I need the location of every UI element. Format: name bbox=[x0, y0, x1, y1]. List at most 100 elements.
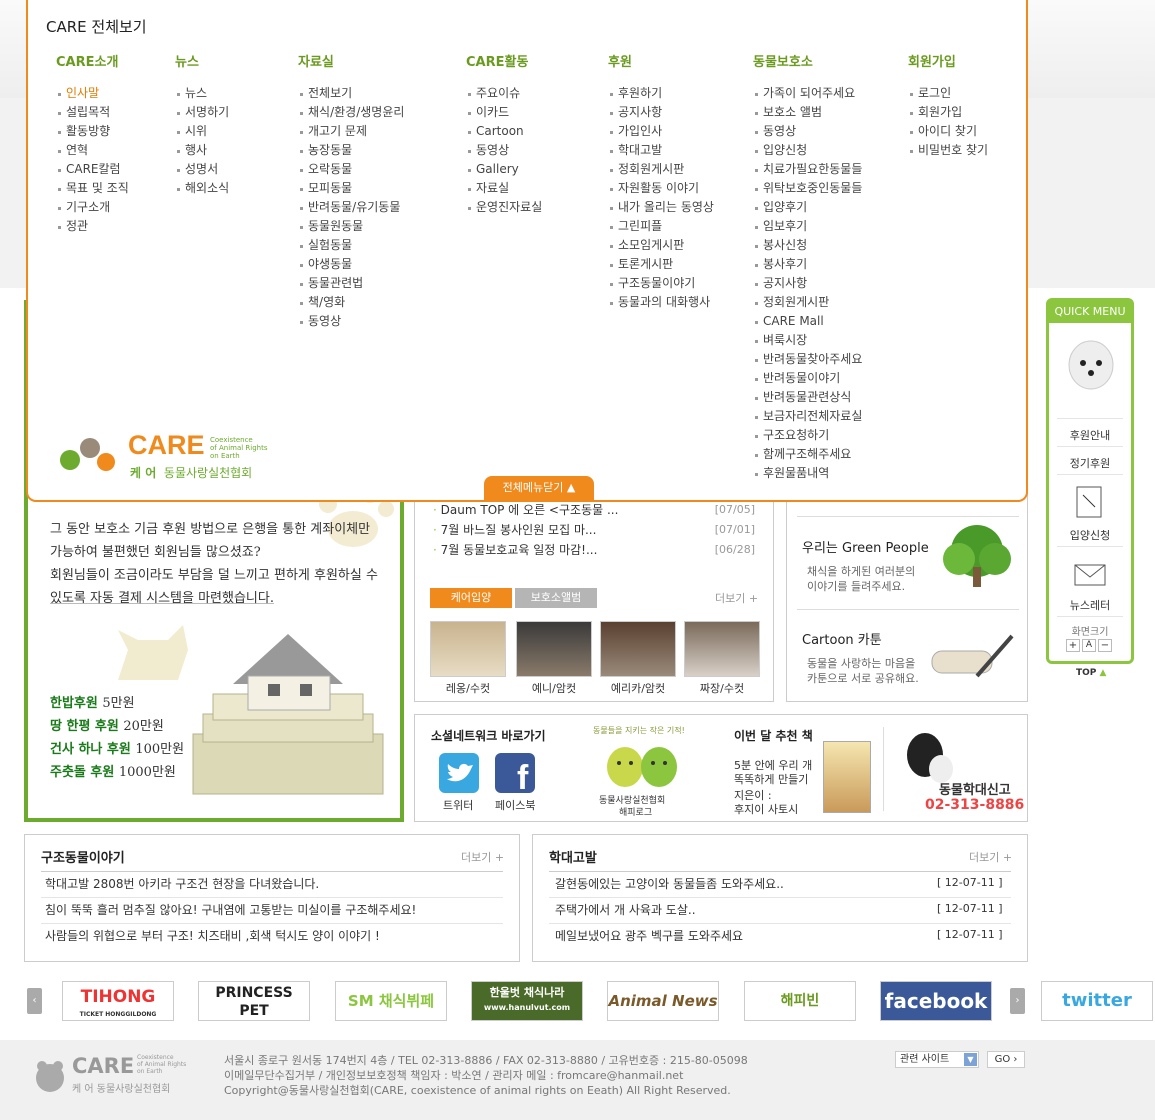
banner-sm[interactable]: SM 채식뷔페 bbox=[335, 981, 447, 1021]
menu-item[interactable]: 가입인사 bbox=[608, 122, 714, 141]
menu-item[interactable]: Gallery bbox=[466, 160, 542, 179]
menu-item[interactable]: 정회원게시판 bbox=[753, 293, 862, 312]
menu-item[interactable]: 보호소 앨범 bbox=[753, 103, 862, 122]
menu-item[interactable]: 함께구조해주세요 bbox=[753, 445, 862, 464]
menu-item[interactable]: 치료가필요한동물들 bbox=[753, 160, 862, 179]
menu-item[interactable]: 후원물품내역 bbox=[753, 464, 862, 483]
menu-item[interactable]: 기구소개 bbox=[56, 198, 129, 217]
menu-column-heading[interactable]: CARE활동 bbox=[466, 51, 542, 70]
newsletter-icon[interactable] bbox=[1071, 555, 1109, 591]
banner-twitter[interactable]: twitter bbox=[1041, 981, 1153, 1021]
menu-item[interactable]: CARE칼럼 bbox=[56, 160, 129, 179]
banner-prev-button[interactable]: ‹ bbox=[27, 988, 42, 1014]
menu-column-heading[interactable]: 회원가입 bbox=[908, 51, 988, 70]
zoom-in-button[interactable]: + bbox=[1066, 639, 1080, 652]
animal-caption[interactable]: 짜장/수컷 bbox=[684, 680, 760, 696]
animal-photo[interactable] bbox=[430, 621, 506, 677]
menu-item[interactable]: 주요이슈 bbox=[466, 84, 542, 103]
menu-item[interactable]: 입양후기 bbox=[753, 198, 862, 217]
animal-photo[interactable] bbox=[516, 621, 592, 677]
menu-item[interactable]: 후원하기 bbox=[608, 84, 714, 103]
menu-item[interactable]: 가족이 되어주세요 bbox=[753, 84, 862, 103]
menu-item[interactable]: 공지사항 bbox=[753, 274, 862, 293]
cartoon-title[interactable]: Cartoon 카툰 bbox=[802, 629, 882, 648]
zoom-out-button[interactable]: − bbox=[1098, 639, 1112, 652]
menu-item[interactable]: 반려동물이야기 bbox=[753, 369, 862, 388]
rescue-list-item[interactable]: 침이 뚝뚝 흘러 멈추질 않아요! 구내염에 고통받는 미실이를 구조해주세요! bbox=[45, 901, 416, 918]
menu-item[interactable]: 행사 bbox=[175, 141, 229, 160]
menu-item[interactable]: 임보후기 bbox=[753, 217, 862, 236]
menu-item[interactable]: 로그인 bbox=[908, 84, 988, 103]
menu-item[interactable]: 개고기 문제 bbox=[298, 122, 404, 141]
menu-item[interactable]: 입양신청 bbox=[753, 141, 862, 160]
rescue-list-item[interactable]: 학대고발 2808번 아키라 구조건 현장을 다녀왔습니다. bbox=[45, 875, 319, 892]
menu-item[interactable]: 운영진자료실 bbox=[466, 198, 542, 217]
green-people-title[interactable]: 우리는 Green People bbox=[802, 537, 929, 556]
banner-happybean[interactable]: 해피빈 bbox=[744, 981, 856, 1021]
menu-item[interactable]: Cartoon bbox=[466, 122, 542, 141]
menu-item[interactable]: 목표 및 조직 bbox=[56, 179, 129, 198]
menu-item[interactable]: 봉사후기 bbox=[753, 255, 862, 274]
menu-item[interactable]: 이카드 bbox=[466, 103, 542, 122]
twitter-icon[interactable] bbox=[439, 753, 479, 793]
menu-item[interactable]: 정관 bbox=[56, 217, 129, 236]
mascot-illustration[interactable] bbox=[595, 737, 691, 789]
menu-item[interactable]: 동영상 bbox=[753, 122, 862, 141]
menu-item[interactable]: 소모임게시판 bbox=[608, 236, 714, 255]
menu-item[interactable]: 야생동물 bbox=[298, 255, 404, 274]
menu-item[interactable]: 채식/환경/생명윤리 bbox=[298, 103, 404, 122]
menu-item[interactable]: 반려동물찾아주세요 bbox=[753, 350, 862, 369]
menu-item[interactable]: 반려동물/유기동물 bbox=[298, 198, 404, 217]
menu-item[interactable]: 동영상 bbox=[298, 312, 404, 331]
rescue-list-item[interactable]: 사람들의 위협으로 부터 구조! 치즈태비 ,회색 턱시도 양이 이야기 ! bbox=[45, 927, 380, 944]
menu-item[interactable]: 학대고발 bbox=[608, 141, 714, 160]
menu-item[interactable]: 토론게시판 bbox=[608, 255, 714, 274]
menu-item[interactable]: 정회원게시판 bbox=[608, 160, 714, 179]
book-title[interactable]: 똑똑하게 만들기 bbox=[734, 771, 808, 787]
menu-item[interactable]: 벼룩시장 bbox=[753, 331, 862, 350]
twitter-label[interactable]: 트위터 bbox=[443, 797, 473, 813]
abuse-report-label[interactable]: 동물학대신고 bbox=[939, 779, 1011, 798]
abuse-list-item[interactable]: 주택가에서 개 사육과 도살.. bbox=[555, 901, 696, 918]
menu-item[interactable]: 설립목적 bbox=[56, 103, 129, 122]
animal-caption[interactable]: 예니/암컷 bbox=[516, 680, 592, 696]
menu-column-heading[interactable]: 뉴스 bbox=[175, 51, 229, 70]
animal-caption[interactable]: 레옹/수컷 bbox=[430, 680, 506, 696]
book-cover[interactable] bbox=[823, 741, 871, 813]
menu-item[interactable]: 구조동물이야기 bbox=[608, 274, 714, 293]
menu-item[interactable]: 동영상 bbox=[466, 141, 542, 160]
zoom-reset-button[interactable]: A bbox=[1082, 639, 1096, 652]
menu-item[interactable]: 동물원동물 bbox=[298, 217, 404, 236]
menu-item[interactable]: 뉴스 bbox=[175, 84, 229, 103]
menu-item[interactable]: 동물관련법 bbox=[298, 274, 404, 293]
menu-item[interactable]: 동물과의 대화행사 bbox=[608, 293, 714, 312]
close-full-menu-button[interactable]: 전체메뉴닫기 ▲ bbox=[484, 476, 594, 500]
menu-item[interactable]: 공지사항 bbox=[608, 103, 714, 122]
tab-shelter-album[interactable]: 보호소앨범 bbox=[515, 588, 597, 608]
menu-column-heading[interactable]: CARE소개 bbox=[56, 51, 129, 70]
menu-item[interactable]: 위탁보호중인동물들 bbox=[753, 179, 862, 198]
menu-item[interactable]: 회원가입 bbox=[908, 103, 988, 122]
quick-newsletter[interactable]: 뉴스레터 bbox=[1049, 597, 1131, 613]
menu-item[interactable]: 농장동물 bbox=[298, 141, 404, 160]
banner-animal-news[interactable]: Animal News bbox=[607, 981, 719, 1021]
menu-item[interactable]: 봉사신청 bbox=[753, 236, 862, 255]
menu-item[interactable]: CARE Mall bbox=[753, 312, 862, 331]
menu-item[interactable]: 활동방향 bbox=[56, 122, 129, 141]
menu-item[interactable]: 연혁 bbox=[56, 141, 129, 160]
menu-item[interactable]: 내가 올리는 동영상 bbox=[608, 198, 714, 217]
banner-princess-pet[interactable]: PRINCESS PET bbox=[198, 981, 310, 1021]
banner-hanulvut[interactable]: 한울벗 채식나라 www.hanulvut.com bbox=[471, 981, 583, 1021]
menu-item[interactable]: 해외소식 bbox=[175, 179, 229, 198]
facebook-icon[interactable]: f bbox=[495, 753, 535, 793]
abuse-report-phone[interactable]: 02-313-8886 bbox=[925, 797, 1024, 813]
animal-photo[interactable] bbox=[600, 621, 676, 677]
form-icon[interactable] bbox=[1071, 483, 1109, 521]
banner-next-button[interactable]: › bbox=[1010, 988, 1025, 1014]
notice-item[interactable]: · Daum TOP 에 오른 <구조동물 ... bbox=[433, 501, 618, 518]
abuse-more-link[interactable]: 더보기 + bbox=[969, 849, 1012, 865]
menu-item[interactable]: 자료실 bbox=[466, 179, 542, 198]
menu-column-heading[interactable]: 후원 bbox=[608, 51, 714, 70]
animal-photo[interactable] bbox=[684, 621, 760, 677]
menu-item[interactable]: 성명서 bbox=[175, 160, 229, 179]
